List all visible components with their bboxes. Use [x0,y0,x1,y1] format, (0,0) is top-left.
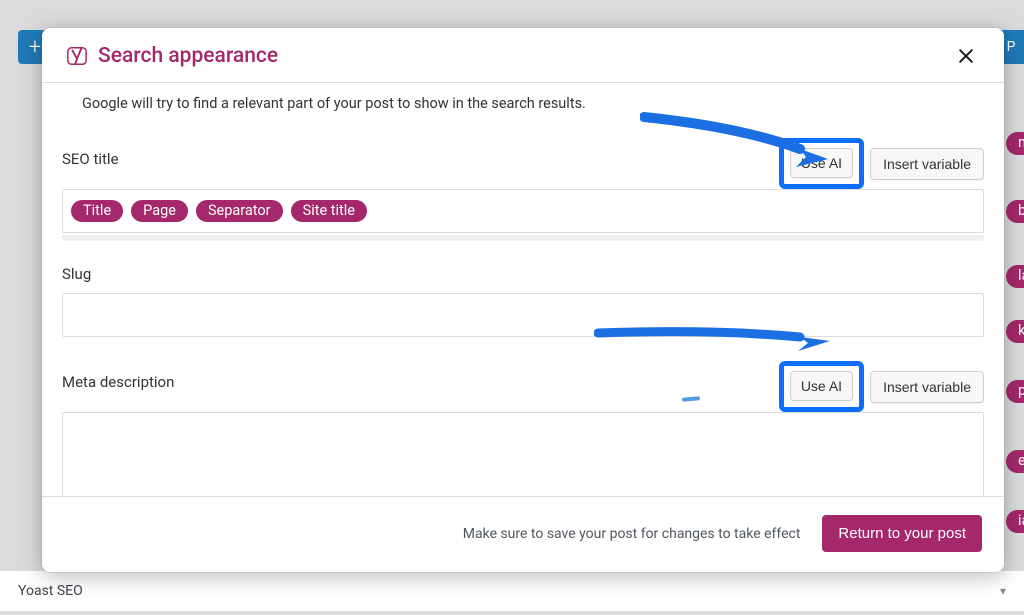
use-ai-meta-desc-button[interactable]: Use AI [790,371,853,401]
sidebar-fragment: bilit [1006,200,1024,223]
helper-text: Google will try to find a relevant part … [62,95,984,134]
panel-title: Yoast SEO [18,583,83,599]
slug-header: Slug [62,265,984,293]
footer-hint: Make sure to save your post for changes … [463,526,801,542]
variable-chip-site-title[interactable]: Site title [291,200,367,223]
close-icon [956,46,976,66]
meta-description-label: Meta description [62,373,174,401]
plus-icon: + [29,35,41,60]
highlight-box-seo-title: Use AI [779,138,864,189]
close-button[interactable] [952,42,980,70]
editor-sidebar-clip: m S bilit late king perf ear ia a [1006,120,1024,615]
meta-description-field[interactable] [62,412,984,496]
insert-variable-seo-title-button[interactable]: Insert variable [870,148,984,180]
variable-chip-title[interactable]: Title [71,200,123,223]
seo-title-label: SEO title [62,150,119,178]
modal-footer: Make sure to save your post for changes … [42,496,1004,572]
sidebar-fragment: king [1006,320,1024,343]
slug-field-wrapper [62,293,984,337]
meta-description-header: Meta description Use AI Insert variable [62,361,984,412]
seo-title-field[interactable]: Title Page Separator Site title [62,189,984,233]
slug-input[interactable] [71,300,975,330]
modal-header: Search appearance [42,28,1004,83]
chevron-down-icon: ▾ [1000,584,1006,598]
search-appearance-modal: Search appearance Google will try to fin… [42,28,1004,572]
seo-title-header: SEO title Use AI Insert variable [62,138,984,189]
variable-chip-page[interactable]: Page [131,200,188,223]
use-ai-seo-title-button[interactable]: Use AI [790,148,853,178]
insert-variable-meta-desc-button[interactable]: Insert variable [870,371,984,403]
modal-body: Google will try to find a relevant part … [42,83,1004,496]
return-to-post-button[interactable]: Return to your post [822,515,982,552]
yoast-seo-panel-header[interactable]: Yoast SEO ▾ [0,570,1024,611]
sidebar-fragment: m S [1006,132,1024,155]
highlight-box-meta-desc: Use AI [779,361,864,412]
variable-chip-separator[interactable]: Separator [196,200,283,223]
modal-title: Search appearance [98,44,278,68]
slug-label: Slug [62,265,91,293]
sidebar-fragment: ear [1006,450,1024,473]
yoast-logo-icon [66,45,88,67]
sidebar-fragment: perf [1006,380,1024,403]
sidebar-fragment: ia a [1006,510,1024,533]
publish-label: P [1007,39,1016,55]
sidebar-fragment: late [1006,265,1024,288]
